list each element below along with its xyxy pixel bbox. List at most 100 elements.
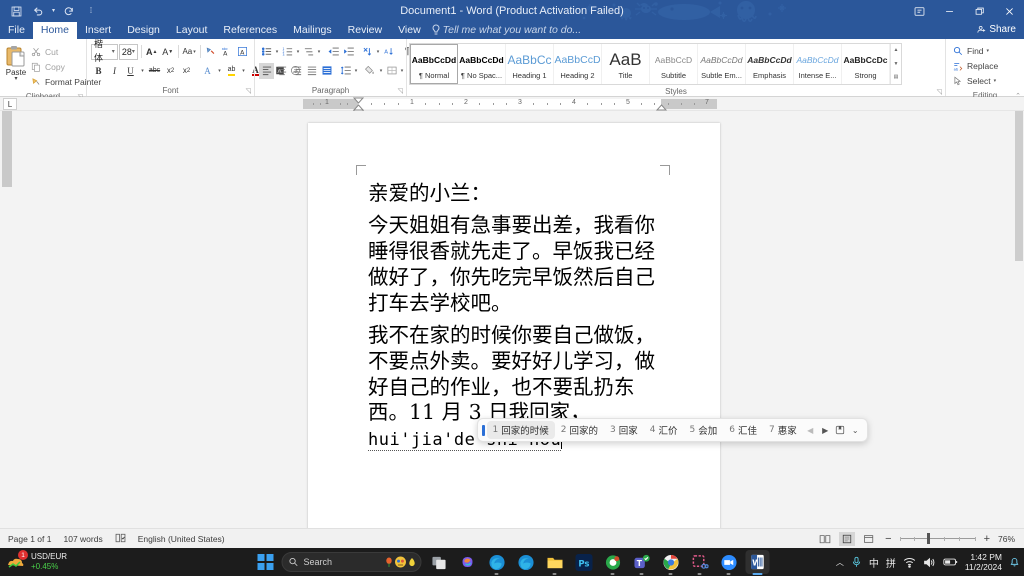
microphone-icon[interactable] [851, 556, 862, 568]
wifi-icon[interactable] [903, 557, 916, 568]
tab-review[interactable]: Review [340, 22, 390, 39]
increase-indent-icon[interactable] [341, 44, 356, 60]
style-no-spacing[interactable]: AaBbCcDd ¶ No Spac... [458, 44, 506, 84]
ime-pin-icon[interactable] [833, 422, 848, 438]
align-right-button[interactable] [289, 63, 304, 79]
word-count-label[interactable]: 107 words [63, 534, 102, 544]
styles-gallery-scroll[interactable]: ▲ ▼ ▤ [890, 44, 901, 84]
strikethrough-button[interactable]: abc [147, 63, 162, 79]
ime-candidate-3[interactable]: 3 回家 [604, 421, 644, 439]
superscript-button[interactable]: x2 [179, 63, 194, 79]
ime-candidate-4[interactable]: 4 汇价 [644, 421, 684, 439]
zoom-out-button[interactable]: − [883, 533, 893, 545]
shading-icon[interactable] [363, 63, 378, 79]
ime-candidate-1[interactable]: 1 回家的时候 [486, 421, 555, 439]
share-button[interactable]: Share [973, 23, 1020, 36]
tab-mailings[interactable]: Mailings [285, 22, 340, 39]
font-size-input[interactable]: 28 ▾ [118, 43, 138, 60]
select-button[interactable]: Select ▾ [950, 74, 1000, 88]
print-layout-button[interactable] [839, 531, 856, 546]
taskbar-app-button[interactable] [601, 550, 625, 575]
decrease-indent-icon[interactable] [326, 44, 341, 60]
style-heading-1[interactable]: AaBbCc Heading 1 [506, 44, 554, 84]
clear-formatting-icon[interactable] [203, 44, 218, 60]
font-name-dropdown-icon[interactable]: ▾ [112, 45, 115, 59]
text-effects-icon[interactable]: A [200, 63, 215, 79]
taskbar-photoshop-button[interactable]: Ps [572, 550, 596, 574]
line-spacing-icon[interactable] [338, 63, 353, 79]
redo-icon[interactable] [59, 2, 79, 20]
taskbar-start-button[interactable] [255, 551, 277, 573]
minimize-button[interactable] [934, 0, 964, 22]
align-left-button[interactable] [259, 62, 274, 79]
right-indent-marker[interactable] [656, 103, 667, 111]
styles-scroll-down-icon[interactable]: ▼ [891, 58, 901, 71]
tab-home[interactable]: Home [32, 22, 77, 39]
borders-icon[interactable] [384, 63, 399, 79]
close-button[interactable] [994, 0, 1024, 22]
ime-next-page-icon[interactable]: ▶ [818, 422, 833, 438]
language-label[interactable]: English (United States) [138, 534, 225, 544]
style-heading-2[interactable]: AaBbCcD Heading 2 [554, 44, 602, 84]
character-border-icon[interactable]: A [235, 44, 250, 60]
undo-icon[interactable] [28, 2, 48, 20]
replace-button[interactable]: ab Replace [950, 59, 1000, 73]
underline-dropdown-icon[interactable]: ▾ [139, 63, 146, 79]
ime-candidate-2[interactable]: 2 回家的 [555, 421, 604, 439]
distributed-button[interactable] [319, 63, 334, 79]
page-count-label[interactable]: Page 1 of 1 [8, 534, 51, 544]
change-case-button[interactable]: Aa ▾ [182, 44, 197, 60]
taskbar-task-view-button[interactable] [427, 550, 451, 574]
phonetic-guide-icon[interactable]: abc A [219, 44, 234, 60]
restore-button[interactable] [964, 0, 994, 22]
taskbar-zoom-button[interactable] [717, 550, 741, 575]
taskbar-widget-finance[interactable]: 1 USD/EUR +0.45% [0, 550, 150, 572]
shrink-font-button[interactable]: A ▼ [160, 44, 175, 60]
tab-insert[interactable]: Insert [77, 22, 119, 39]
undo-dropdown-icon[interactable]: ▾ [50, 2, 57, 20]
style-normal[interactable]: AaBbCcDd ¶ Normal [410, 44, 458, 84]
ime-pinyin-indicator[interactable]: 拼 [886, 555, 896, 570]
bold-button[interactable]: B [91, 63, 106, 79]
line-spacing-dropdown-icon[interactable]: ▾ [353, 63, 359, 79]
style-title[interactable]: AaB Title [602, 44, 650, 84]
font-dialog-launcher[interactable]: ◹ [246, 86, 251, 97]
zoom-level-label[interactable]: 76% [998, 534, 1018, 544]
zoom-slider-thumb[interactable] [926, 533, 930, 544]
document-page[interactable]: 亲爱的小兰： 今天姐姐有急事要出差，我看你睡得很香就先走了。早饭我已经做好了，你… [308, 123, 720, 528]
find-button[interactable]: Find ▾ [950, 44, 1000, 58]
tab-design[interactable]: Design [119, 22, 168, 39]
select-dropdown-icon[interactable]: ▾ [994, 78, 997, 84]
customize-qat-icon[interactable]: ⁞ [81, 2, 101, 20]
ime-prev-page-icon[interactable]: ◀ [803, 422, 818, 438]
document-canvas[interactable]: 亲爱的小兰： 今天姐姐有急事要出差，我看你睡得很香就先走了。早饭我已经做好了，你… [14, 111, 1024, 528]
notification-bell-icon[interactable] [1009, 556, 1020, 568]
ime-expand-chevron-down-icon[interactable]: ⌄ [848, 422, 863, 438]
font-name-input[interactable]: 楷体 ▾ [91, 40, 118, 64]
zoom-in-button[interactable]: + [982, 533, 992, 545]
tab-stop-selector[interactable]: L [3, 98, 17, 110]
taskbar-file-explorer-button[interactable] [543, 550, 567, 575]
tab-layout[interactable]: Layout [168, 22, 216, 39]
italic-button[interactable]: I [107, 63, 122, 79]
ime-candidate-5[interactable]: 5 会加 [684, 421, 724, 439]
font-size-dropdown-icon[interactable]: ▾ [132, 45, 135, 59]
text-highlight-color-icon[interactable]: ab [224, 63, 239, 79]
read-mode-button[interactable] [817, 532, 833, 546]
multilevel-list-icon[interactable] [301, 44, 316, 60]
battery-icon[interactable] [943, 557, 958, 567]
taskbar-edge2-button[interactable] [514, 550, 538, 574]
align-center-button[interactable] [274, 63, 289, 79]
taskbar-teams-button[interactable]: T [630, 550, 654, 575]
tab-file[interactable]: File [0, 22, 33, 39]
tab-references[interactable]: References [215, 22, 285, 39]
proofing-icon[interactable] [115, 533, 126, 545]
ime-candidate-6[interactable]: 6 汇佳 [723, 421, 763, 439]
web-layout-button[interactable] [861, 532, 877, 546]
vertical-ruler[interactable] [0, 111, 14, 528]
bullets-icon[interactable] [259, 44, 274, 60]
text-effects-dropdown-icon[interactable]: ▾ [216, 63, 223, 79]
ime-candidate-window[interactable]: 1 回家的时候 2 回家的 3 回家 4 汇价 5 会加 6 汇佳 7 惠家 ◀… [477, 418, 868, 442]
style-emphasis[interactable]: AaBbCcDd Emphasis [746, 44, 794, 84]
highlight-dropdown-icon[interactable]: ▾ [240, 63, 247, 79]
